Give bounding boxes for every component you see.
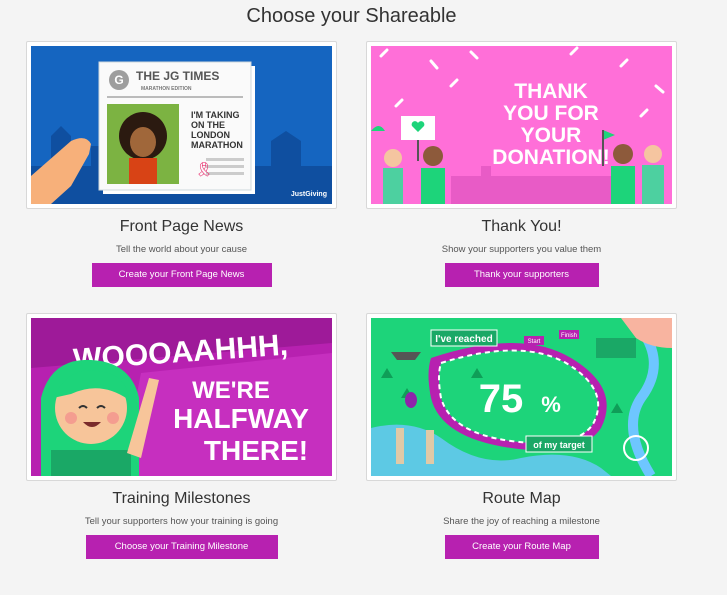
card-front-page-news: G THE JG TIMES MARATHON EDITION I'M TAKI…: [26, 41, 337, 287]
svg-text:MARATHON EDITION: MARATHON EDITION: [141, 86, 192, 92]
svg-text:ON THE: ON THE: [191, 120, 225, 130]
svg-text:Finish: Finish: [561, 333, 577, 339]
route-map-illustration: I've reached Start Finish 75 % of my tar…: [371, 318, 672, 476]
svg-text:THERE!: THERE!: [204, 435, 308, 466]
jg-logo-letter: G: [114, 73, 123, 87]
thank-you-thumbnail[interactable]: THANK YOU FOR YOUR DONATION!: [366, 41, 677, 209]
card-title: Front Page News: [119, 218, 244, 235]
card-thank-you: THANK YOU FOR YOUR DONATION! Thank You! …: [366, 41, 677, 287]
card-description: Tell your supporters how your training i…: [84, 516, 279, 527]
card-title: Thank You!: [481, 218, 562, 235]
svg-text:I'M TAKING: I'M TAKING: [191, 110, 239, 120]
svg-text:YOU FOR: YOU FOR: [503, 102, 599, 125]
route-map-thumbnail[interactable]: I've reached Start Finish 75 % of my tar…: [366, 313, 677, 481]
svg-text:of my target: of my target: [533, 440, 585, 450]
svg-text:DONATION!: DONATION!: [492, 146, 609, 169]
front-page-news-thumbnail[interactable]: G THE JG TIMES MARATHON EDITION I'M TAKI…: [26, 41, 337, 209]
card-description: Show your supporters you value them: [441, 244, 602, 255]
svg-text:THE JG TIMES: THE JG TIMES: [136, 69, 219, 83]
svg-text:WE'RE: WE'RE: [192, 377, 270, 404]
newspaper-illustration: G THE JG TIMES MARATHON EDITION I'M TAKI…: [31, 46, 332, 204]
svg-text:MARATHON: MARATHON: [191, 140, 243, 150]
svg-text:YOUR: YOUR: [521, 124, 582, 147]
thank-supporters-button[interactable]: Thank your supporters: [444, 263, 599, 287]
svg-text:JustGiving: JustGiving: [291, 191, 327, 198]
card-title: Route Map: [482, 490, 561, 507]
choose-training-milestone-button[interactable]: Choose your Training Milestone: [85, 535, 278, 559]
training-milestones-thumbnail[interactable]: WOOOAAHHH, WE'RE HALFWAY THERE!: [26, 313, 337, 481]
svg-text:75: 75: [479, 377, 524, 421]
svg-text:🎗: 🎗: [195, 161, 213, 177]
create-route-map-button[interactable]: Create your Route Map: [444, 535, 599, 559]
svg-text:%: %: [541, 392, 561, 417]
card-description: Tell the world about your cause: [116, 244, 247, 255]
thank-you-illustration: THANK YOU FOR YOUR DONATION!: [371, 46, 672, 204]
card-training-milestones: WOOOAAHHH, WE'RE HALFWAY THERE! Training…: [26, 313, 337, 559]
card-title: Training Milestones: [112, 490, 251, 507]
svg-text:LONDON: LONDON: [191, 130, 230, 140]
card-route-map: I've reached Start Finish 75 % of my tar…: [366, 313, 677, 559]
svg-text:I've reached: I've reached: [435, 334, 492, 345]
page-title: Choose your Shareable: [246, 5, 457, 27]
svg-text:Start: Start: [528, 339, 541, 345]
halfway-illustration: WOOOAAHHH, WE'RE HALFWAY THERE!: [31, 318, 332, 476]
create-front-page-news-button[interactable]: Create your Front Page News: [91, 263, 272, 287]
card-description: Share the joy of reaching a milestone: [443, 516, 600, 527]
svg-text:THANK: THANK: [514, 80, 588, 103]
svg-text:HALFWAY: HALFWAY: [173, 403, 309, 434]
